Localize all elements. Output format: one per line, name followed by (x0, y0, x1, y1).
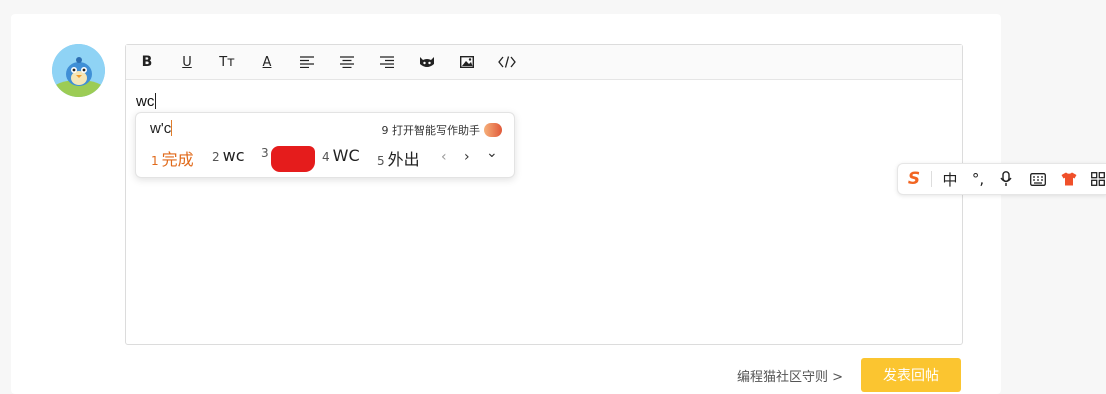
underline-button[interactable]: U (176, 52, 198, 72)
chinese-mode-toggle[interactable]: 中 (940, 169, 960, 189)
cat-emoji-icon (420, 57, 434, 67)
divider (931, 171, 932, 187)
prev-page-button[interactable]: ‹ (441, 149, 447, 165)
skin-button[interactable] (1059, 169, 1079, 189)
sogou-logo-icon[interactable]: S (904, 169, 924, 189)
candidate-number: 3 (261, 146, 269, 160)
composition-caret (171, 120, 173, 136)
candidate-text: 完成 (161, 150, 194, 169)
soft-keyboard-button[interactable] (1028, 169, 1048, 189)
candidate-5[interactable]: 5 外出 (377, 146, 420, 170)
text-caret (155, 93, 157, 109)
submit-reply-button[interactable]: 发表回帖 (861, 358, 961, 392)
candidate-text: WC (332, 146, 360, 165)
typed-text: wc (136, 93, 155, 110)
align-left-button[interactable] (296, 52, 318, 72)
community-rules-link[interactable]: 编程猫社区守则 > (737, 366, 843, 385)
candidate-number: 5 (377, 154, 385, 168)
ime-composition: w'c (150, 120, 173, 137)
more-tools-button[interactable] (1088, 169, 1106, 189)
assistant-label: 9 打开智能写作助手 (381, 124, 481, 137)
microphone-icon (1000, 171, 1012, 186)
keyboard-icon (1030, 172, 1046, 186)
voice-input-button[interactable] (996, 169, 1016, 189)
align-right-button[interactable] (376, 52, 398, 72)
insert-image-button[interactable] (456, 52, 478, 72)
text-size-button[interactable]: Tт (216, 52, 238, 72)
candidate-text: 外出 (387, 150, 420, 169)
emoji-button[interactable] (416, 52, 438, 72)
punctuation-toggle[interactable]: °, (968, 169, 988, 189)
editor-toolbar: B U Tт A (126, 45, 962, 80)
grid-icon (1091, 172, 1105, 186)
candidate-1[interactable]: 1 完成 (151, 146, 194, 170)
image-icon (460, 56, 474, 68)
align-left-icon (300, 56, 314, 68)
candidate-text: wc (222, 146, 245, 165)
font-color-button[interactable]: A (256, 52, 278, 72)
composition-text: w'c (150, 120, 172, 137)
candidate-number: 2 (212, 150, 220, 164)
editor-content[interactable]: wc (136, 93, 157, 110)
align-center-icon (340, 56, 354, 68)
reply-editor[interactable]: B U Tт A wc (125, 44, 963, 345)
candidate-4[interactable]: 4 WC (322, 146, 360, 165)
avatar[interactable] (52, 44, 105, 97)
candidate-number: 1 (151, 154, 159, 168)
insert-code-button[interactable] (496, 52, 518, 72)
candidate-number: 4 (322, 150, 330, 164)
shirt-icon (1061, 172, 1077, 186)
ime-candidate-popup: w'c 9 打开智能写作助手 1 完成 2 wc 3 4 WC 5 外出 ‹ › ⌄ (135, 112, 515, 178)
smart-writing-assistant[interactable]: 9 打开智能写作助手 (381, 122, 502, 138)
candidate-2[interactable]: 2 wc (212, 146, 245, 165)
ime-status-bar: S 中 °, (897, 163, 1106, 195)
code-icon (498, 56, 516, 68)
align-right-icon (380, 56, 394, 68)
bold-button[interactable]: B (136, 52, 158, 72)
align-center-button[interactable] (336, 52, 358, 72)
redaction-mark (271, 146, 315, 172)
next-page-button[interactable]: › (464, 149, 470, 165)
assistant-icon (484, 123, 502, 137)
expand-candidates-button[interactable]: ⌄ (486, 145, 498, 161)
